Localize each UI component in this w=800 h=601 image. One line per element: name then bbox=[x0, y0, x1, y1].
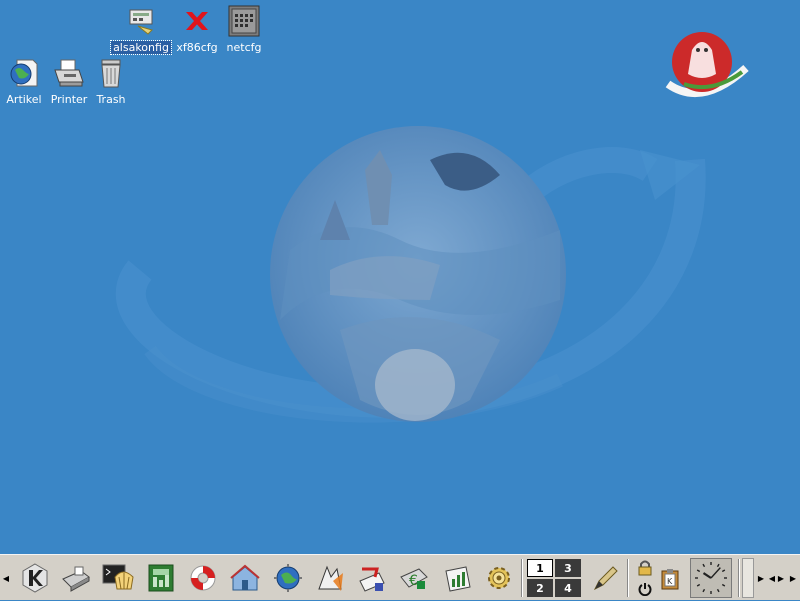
desktop-icon-alsakonfig[interactable]: alsakonfig bbox=[110, 4, 172, 55]
chart-presentation-button[interactable] bbox=[439, 559, 475, 597]
lock-screen-icon bbox=[638, 560, 652, 576]
help-lifebuoy-icon bbox=[190, 565, 216, 591]
k-menu-icon bbox=[22, 563, 48, 593]
pager-desktop-4[interactable]: 4 bbox=[555, 579, 581, 597]
web-browser-icon bbox=[274, 564, 302, 592]
terminal-shell-button[interactable] bbox=[100, 559, 136, 597]
desktop-icon-netcfg[interactable]: netcfg bbox=[214, 4, 274, 54]
svg-text:K: K bbox=[667, 577, 673, 586]
clock-tick bbox=[716, 563, 720, 568]
taskbar-scroll-right-button[interactable]: ▶ bbox=[756, 558, 766, 598]
clock-tick bbox=[716, 588, 720, 593]
klipper-button[interactable]: K bbox=[657, 563, 683, 595]
panel-separator bbox=[627, 559, 629, 597]
control-center-button[interactable] bbox=[481, 559, 517, 597]
pager-desktop-2[interactable]: 2 bbox=[527, 579, 553, 597]
clock-tick bbox=[702, 588, 706, 593]
spreadsheet-button[interactable] bbox=[143, 559, 179, 597]
desktop-icon-label: xf86cfg bbox=[176, 41, 218, 54]
panel-hide-left-button[interactable]: ◀ bbox=[1, 558, 11, 598]
terminal-shell-icon bbox=[102, 564, 134, 590]
clock-tick bbox=[721, 569, 726, 573]
help-button[interactable] bbox=[185, 559, 221, 597]
mail-button[interactable] bbox=[354, 559, 390, 597]
desktop-icon-label: alsakonfig bbox=[110, 40, 172, 55]
mail-icon bbox=[359, 567, 385, 592]
writing-pen-icon bbox=[593, 566, 618, 591]
klipper-clipboard-icon: K bbox=[661, 569, 679, 590]
vector-draw-icon bbox=[318, 565, 343, 591]
globe-document-icon bbox=[7, 56, 41, 90]
printer-settings-icon bbox=[62, 566, 90, 592]
clock-tick bbox=[721, 583, 726, 587]
web-browser-button[interactable] bbox=[270, 559, 306, 597]
clock-face-icon bbox=[695, 562, 727, 594]
home-folder-icon bbox=[230, 564, 260, 591]
pager-desktop-3[interactable]: 3 bbox=[555, 559, 581, 577]
xf86cfg-x-icon bbox=[180, 4, 214, 38]
desktop[interactable]: alsakonfig xf86cfg netcfg Artikel Printe… bbox=[0, 0, 800, 554]
svg-text:€: € bbox=[409, 573, 418, 589]
lock-screen-button[interactable] bbox=[634, 558, 656, 578]
trash-icon bbox=[94, 56, 128, 90]
chart-presentation-icon bbox=[445, 566, 471, 592]
desktop-icon-label: Trash bbox=[96, 93, 126, 106]
control-center-gear-icon bbox=[488, 567, 510, 589]
taskbar-scroll-right-button-2[interactable]: ▶ bbox=[776, 558, 786, 598]
clock-tick bbox=[696, 583, 701, 587]
panel-separator bbox=[521, 559, 523, 597]
spreadsheet-icon bbox=[148, 564, 174, 592]
printer-settings-button[interactable] bbox=[58, 559, 94, 597]
office-suite-icon: € bbox=[400, 568, 428, 589]
home-folder-button[interactable] bbox=[227, 559, 263, 597]
k-menu-button[interactable] bbox=[17, 559, 53, 597]
clock-minute-hand bbox=[710, 567, 721, 579]
vector-draw-button[interactable] bbox=[312, 559, 348, 597]
kde-panel: ◀ € 1 3 2 4 K ▶ ◀ ▶ ▶ bbox=[0, 554, 800, 600]
clock-tick bbox=[702, 563, 706, 568]
distribution-logo bbox=[665, 32, 749, 97]
pager-desktop-1[interactable]: 1 bbox=[527, 559, 553, 577]
desktop-icon-label: Artikel bbox=[6, 93, 42, 106]
analog-clock[interactable] bbox=[690, 558, 732, 598]
alsakonfig-icon bbox=[124, 4, 158, 38]
logout-power-icon bbox=[638, 583, 652, 596]
netcfg-icon bbox=[227, 4, 261, 38]
writing-pen-button[interactable] bbox=[586, 559, 622, 597]
clock-hour-hand bbox=[702, 572, 712, 579]
taskbar-area[interactable] bbox=[742, 558, 754, 598]
office-suite-button[interactable]: € bbox=[396, 559, 432, 597]
desktop-icon-label: netcfg bbox=[226, 41, 262, 54]
desktop-pager: 1 3 2 4 bbox=[526, 558, 582, 598]
panel-hide-right-button[interactable]: ▶ bbox=[788, 558, 798, 598]
clock-tick bbox=[696, 569, 701, 573]
panel-separator bbox=[738, 559, 740, 597]
logout-button[interactable] bbox=[634, 579, 656, 599]
desktop-icon-trash[interactable]: Trash bbox=[81, 56, 141, 106]
